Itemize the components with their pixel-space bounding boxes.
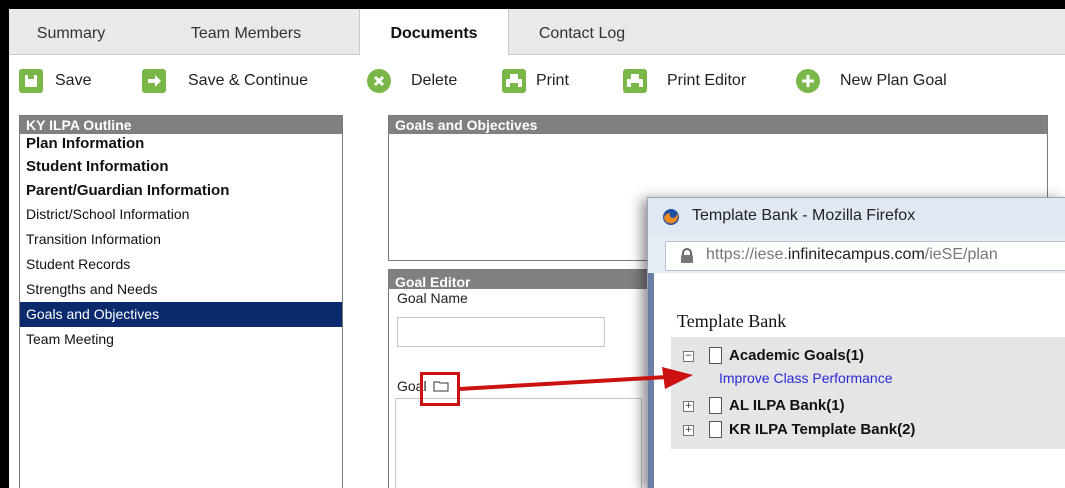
outline-item-team-meeting[interactable]: Team Meeting [20, 327, 342, 352]
callout-highlight-box [420, 372, 460, 406]
window-title: Template Bank - Mozilla Firefox [692, 207, 916, 224]
firefox-icon [662, 208, 680, 226]
delete-label: Delete [411, 72, 458, 89]
window-titlebar: Template Bank - Mozilla Firefox [648, 198, 1065, 235]
print-editor-button[interactable]: Print Editor [623, 69, 783, 93]
url-domain: infinitecampus.com [787, 246, 925, 263]
print-editor-label: Print Editor [667, 72, 747, 89]
document-icon [709, 421, 722, 438]
url-suffix: /ieSE/plan [924, 246, 998, 263]
save-label: Save [55, 72, 92, 89]
template-bank-window: Template Bank - Mozilla Firefox https://… [647, 197, 1065, 488]
template-link[interactable]: Improve Class Performance [719, 370, 893, 386]
goal-textarea[interactable] [395, 398, 642, 488]
tree-label: KR ILPA Template Bank(2) [729, 421, 916, 438]
lock-icon [680, 248, 694, 264]
goal-editor-title: Goal Editor [389, 270, 659, 290]
save-button[interactable]: Save [19, 69, 129, 93]
tree-node-al-ilpa-bank[interactable]: + AL ILPA Bank(1) [671, 395, 1065, 419]
tab-bar: Summary Team Members Documents Contact L… [9, 9, 1065, 55]
outline-item-plan-information[interactable]: Plan Information [20, 134, 342, 154]
tree-leaf-improve-class-performance[interactable]: Improve Class Performance [671, 370, 1065, 394]
print-button[interactable]: Print [502, 69, 602, 93]
url-text: https://iese.infinitecampus.com/ieSE/pla… [706, 246, 998, 264]
print-label: Print [536, 72, 569, 89]
collapse-icon[interactable]: − [683, 351, 694, 362]
tab-team-members[interactable]: Team Members [133, 9, 359, 54]
template-tree: − Academic Goals(1) Improve Class Perfor… [671, 337, 1065, 449]
outline-item-goals-and-objectives[interactable]: Goals and Objectives [20, 302, 342, 327]
new-plan-goal-label: New Plan Goal [840, 72, 947, 89]
goals-objectives-title: Goals and Objectives [389, 116, 1047, 134]
save-icon [19, 69, 43, 93]
address-bar-area: https://iese.infinitecampus.com/ieSE/pla… [648, 235, 1065, 273]
expand-icon[interactable]: + [683, 425, 694, 436]
template-bank-content: Template Bank − Academic Goals(1) Improv… [648, 273, 1065, 488]
tab-documents[interactable]: Documents [359, 9, 509, 55]
expand-icon[interactable]: + [683, 401, 694, 412]
printer-icon [502, 69, 526, 93]
template-bank-heading: Template Bank [677, 311, 787, 331]
outline-item-district-school-information[interactable]: District/School Information [20, 202, 342, 227]
outline-item-transition-information[interactable]: Transition Information [20, 227, 342, 252]
printer-icon [623, 69, 647, 93]
toolbar: Save Save & Continue Delete Print Print … [9, 55, 1065, 109]
delete-button[interactable]: Delete [367, 69, 477, 93]
tree-label: AL ILPA Bank(1) [729, 397, 845, 414]
arrow-right-icon [142, 69, 166, 93]
callout-arrow [458, 367, 693, 391]
plus-icon [796, 69, 820, 93]
save-continue-button[interactable]: Save & Continue [142, 69, 342, 93]
tree-label: Academic Goals(1) [729, 347, 865, 364]
delete-icon [367, 69, 391, 93]
document-icon [709, 397, 722, 414]
goal-name-label: Goal Name [397, 290, 468, 306]
outline-item-student-information[interactable]: Student Information [20, 154, 342, 179]
tree-node-kr-ilpa-template-bank[interactable]: + KR ILPA Template Bank(2) [671, 419, 1065, 443]
address-bar[interactable]: https://iese.infinitecampus.com/ieSE/pla… [665, 241, 1065, 271]
url-prefix: https://iese. [706, 246, 788, 263]
outline-item-strengths-and-needs[interactable]: Strengths and Needs [20, 277, 342, 302]
document-icon [709, 347, 722, 364]
tab-summary[interactable]: Summary [9, 9, 133, 54]
outline-item-parent-guardian-information[interactable]: Parent/Guardian Information [20, 179, 342, 202]
goal-name-input[interactable] [397, 317, 605, 347]
application-frame: Summary Team Members Documents Contact L… [9, 9, 1065, 488]
tree-node-academic-goals[interactable]: − Academic Goals(1) [671, 345, 1065, 369]
outline-item-student-records[interactable]: Student Records [20, 252, 342, 277]
save-continue-label: Save & Continue [188, 72, 309, 89]
tab-contact-log[interactable]: Contact Log [507, 9, 657, 54]
outline-title: KY ILPA Outline [20, 116, 342, 134]
outline-panel: KY ILPA Outline Plan Information Student… [19, 115, 343, 488]
new-plan-goal-button[interactable]: New Plan Goal [796, 69, 986, 93]
